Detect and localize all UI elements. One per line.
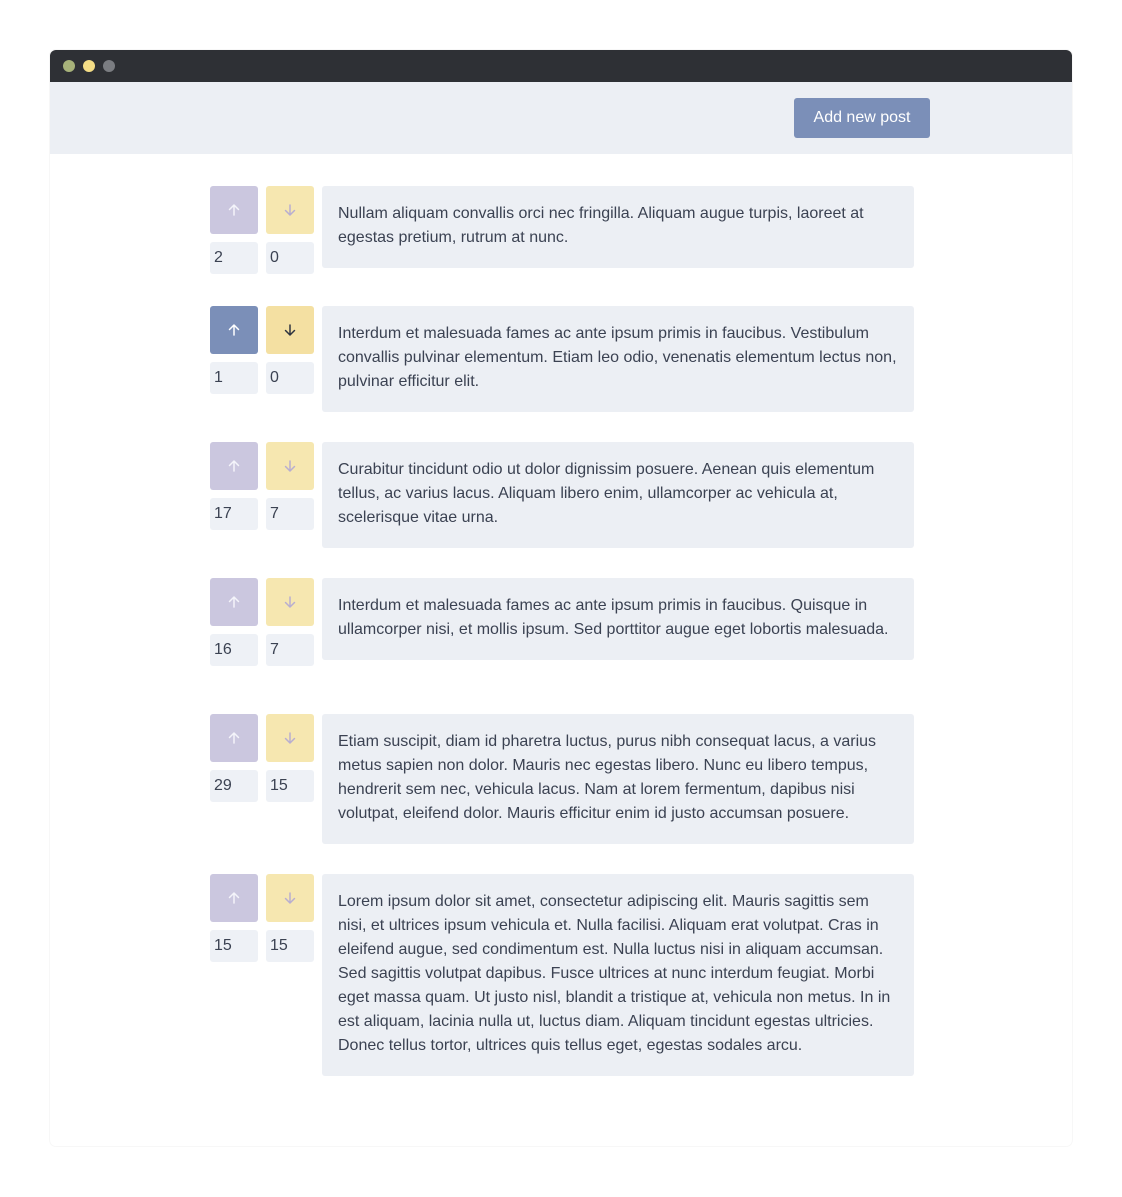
post-text: Nullam aliquam convallis orci nec fringi… <box>322 186 914 268</box>
arrow-up-icon <box>227 203 241 217</box>
add-new-post-button[interactable]: Add new post <box>794 98 930 138</box>
upvote-count: 1 <box>210 362 258 394</box>
downvote-button[interactable] <box>266 442 314 490</box>
upvote-count: 16 <box>210 634 258 666</box>
downvote-button[interactable] <box>266 306 314 354</box>
upvote-button[interactable] <box>210 874 258 922</box>
arrow-up-icon <box>227 323 241 337</box>
downvote-count: 0 <box>266 242 314 274</box>
arrow-up-icon <box>227 459 241 473</box>
downvote-button[interactable] <box>266 578 314 626</box>
post-text: Interdum et malesuada fames ac ante ipsu… <box>322 306 914 412</box>
upvote-button[interactable] <box>210 306 258 354</box>
post-text: Curabitur tincidunt odio ut dolor dignis… <box>322 442 914 548</box>
downvote-count: 0 <box>266 362 314 394</box>
upvote-button[interactable] <box>210 186 258 234</box>
upvote-button[interactable] <box>210 442 258 490</box>
window-titlebar <box>50 50 1072 82</box>
downvote-count: 15 <box>266 770 314 802</box>
page-header: Add new post <box>50 82 1072 154</box>
upvote-count: 29 <box>210 770 258 802</box>
upvote-button[interactable] <box>210 714 258 762</box>
downvote-count: 7 <box>266 634 314 666</box>
post-text: Interdum et malesuada fames ac ante ipsu… <box>322 578 914 660</box>
downvote-button[interactable] <box>266 714 314 762</box>
post-text: Etiam suscipit, diam id pharetra luctus,… <box>322 714 914 844</box>
window-close-dot-icon[interactable] <box>63 60 75 72</box>
downvote-button[interactable] <box>266 186 314 234</box>
window-minimize-dot-icon[interactable] <box>83 60 95 72</box>
upvote-count: 2 <box>210 242 258 274</box>
arrow-down-icon <box>283 323 297 337</box>
arrow-down-icon <box>283 459 297 473</box>
app-window: Add new post 2 0 Nullam aliquam convallis … <box>50 50 1072 1146</box>
arrow-up-icon <box>227 595 241 609</box>
downvote-count: 7 <box>266 498 314 530</box>
arrow-up-icon <box>227 891 241 905</box>
upvote-count: 17 <box>210 498 258 530</box>
upvote-button[interactable] <box>210 578 258 626</box>
arrow-down-icon <box>283 595 297 609</box>
window-maximize-dot-icon[interactable] <box>103 60 115 72</box>
arrow-down-icon <box>283 891 297 905</box>
upvote-count: 15 <box>210 930 258 962</box>
post-text: Lorem ipsum dolor sit amet, consectetur … <box>322 874 914 1076</box>
arrow-up-icon <box>227 731 241 745</box>
downvote-button[interactable] <box>266 874 314 922</box>
arrow-down-icon <box>283 203 297 217</box>
arrow-down-icon <box>283 731 297 745</box>
downvote-count: 15 <box>266 930 314 962</box>
